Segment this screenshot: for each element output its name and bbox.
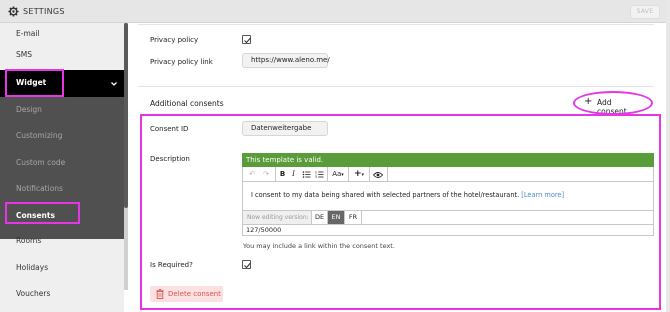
consent-id-field[interactable]: Datenweitergabe: [242, 121, 328, 136]
editor-toolbar: ↶ ↷ B I 123 Aa▾ +▾: [242, 167, 654, 182]
sidebar-item-sms[interactable]: SMS: [0, 44, 124, 66]
sidebar-item-label: Widget: [16, 78, 47, 87]
consent-text: I consent to my data being shared with s…: [251, 191, 564, 199]
divider: [138, 86, 654, 87]
insert-label: +: [353, 169, 362, 179]
sidebar-subitem-consents[interactable]: Consents: [0, 205, 124, 227]
bold-button[interactable]: B: [278, 169, 287, 180]
sidebar-item-label: Rooms: [16, 236, 42, 245]
bullet-list-button[interactable]: [301, 169, 311, 180]
top-bar: SETTINGS SAVE: [0, 0, 670, 23]
sidebar-item-email[interactable]: E-mail: [0, 23, 124, 45]
sidebar-item-label: Customizing: [16, 131, 63, 140]
sidebar-subitem-customizing[interactable]: Customizing: [0, 125, 124, 147]
section-title-additional-consents: Additional consents: [150, 99, 224, 108]
sidebar-scrollbar-thumb[interactable]: [124, 23, 128, 208]
sidebar-item-label: Design: [16, 105, 42, 114]
consent-hint: You may include a link within the consen…: [243, 242, 395, 250]
toolbar-separator: [275, 167, 276, 181]
sidebar-item-rooms[interactable]: Rooms: [0, 230, 124, 252]
is-required-checkbox[interactable]: [242, 260, 251, 269]
redo-button[interactable]: ↷: [261, 169, 271, 180]
sidebar-item-label: Consents: [16, 211, 55, 220]
language-tab-en[interactable]: EN: [328, 211, 345, 224]
numbered-list-button[interactable]: 123: [314, 169, 324, 180]
sidebar-item-widget[interactable]: Widget: [0, 70, 124, 97]
page-title: SETTINGS: [23, 7, 65, 16]
insert-dropdown[interactable]: +▾: [351, 169, 367, 180]
sidebar-subitem-notifications[interactable]: Notifications: [0, 178, 124, 200]
eye-icon: [372, 172, 384, 178]
learn-more-link[interactable]: [Learn more]: [521, 191, 564, 199]
editor-content[interactable]: I consent to my data being shared with s…: [242, 182, 654, 211]
privacy-policy-label: Privacy policy: [150, 36, 199, 44]
consent-id-label: Consent ID: [150, 125, 189, 133]
checkmark-icon: [244, 262, 251, 269]
consent-text-body: I consent to my data being shared with s…: [251, 191, 520, 199]
trash-icon: [156, 289, 164, 299]
divider: [138, 24, 654, 25]
validation-message: This template is valid.: [242, 153, 654, 167]
sidebar-item-label: Holidays: [16, 263, 49, 272]
language-tab-fr[interactable]: FR: [345, 211, 362, 224]
chevron-down-icon: [111, 82, 117, 86]
description-label: Description: [150, 155, 190, 163]
gear-icon: [8, 6, 19, 17]
privacy-policy-checkbox[interactable]: [242, 35, 251, 44]
preview-button[interactable]: [372, 169, 384, 180]
bullet-list-icon: [302, 171, 310, 178]
font-size-dropdown[interactable]: Aa▾: [330, 169, 346, 180]
save-button[interactable]: SAVE: [630, 5, 660, 19]
caret-down-icon: ▾: [341, 172, 344, 178]
sidebar-scrollbar[interactable]: [124, 23, 128, 290]
privacy-link-label: Privacy policy link: [150, 58, 213, 66]
sidebar-item-label: Notifications: [16, 184, 63, 193]
font-size-label: Aa: [332, 170, 342, 178]
svg-text:3: 3: [315, 175, 317, 179]
add-consent-button[interactable]: + Add consent: [584, 96, 642, 116]
numbered-list-icon: 123: [315, 170, 323, 179]
sidebar-subitem-design[interactable]: Design: [0, 99, 124, 121]
toolbar-separator: [387, 167, 388, 181]
toolbar-separator: [327, 167, 328, 181]
sidebar-item-label: Vouchers: [16, 289, 51, 298]
sidebar-item-label: SMS: [16, 50, 32, 59]
sidebar-item-label: E-mail: [16, 29, 40, 38]
privacy-link-field[interactable]: https://www.aleno.me/: [242, 53, 330, 68]
sidebar-subitem-custom-code[interactable]: Custom code: [0, 152, 124, 174]
caret-down-icon: ▾: [361, 172, 365, 178]
is-required-label: Is Required?: [150, 261, 193, 269]
window-edge: [666, 0, 670, 312]
checkmark-icon: [244, 37, 251, 44]
delete-consent-button[interactable]: Delete consent: [150, 286, 223, 302]
toolbar-separator: [348, 167, 349, 181]
language-tab-de[interactable]: DE: [311, 211, 328, 224]
sidebar-item-label: Custom code: [16, 158, 66, 167]
toolbar-separator: [369, 167, 370, 181]
delete-consent-label: Delete consent: [168, 290, 221, 298]
language-bar: Now editing version: DE EN FR: [242, 211, 654, 225]
sidebar: E-mail SMS Widget Design Customizing Cus…: [0, 23, 124, 312]
description-editor: This template is valid. ↶ ↷ B I 123 Aa▾ …: [242, 153, 654, 236]
widget-submenu: Design Customizing Custom code Notificat…: [0, 97, 124, 239]
italic-button[interactable]: I: [289, 169, 298, 180]
character-counter: 127/50000: [242, 225, 654, 236]
sidebar-item-holidays[interactable]: Holidays: [0, 257, 124, 279]
plus-icon: +: [584, 96, 593, 107]
sidebar-item-vouchers[interactable]: Vouchers: [0, 283, 124, 305]
add-consent-label: Add consent: [597, 98, 627, 116]
now-editing-label: Now editing version:: [243, 211, 311, 224]
undo-button[interactable]: ↶: [247, 169, 257, 180]
